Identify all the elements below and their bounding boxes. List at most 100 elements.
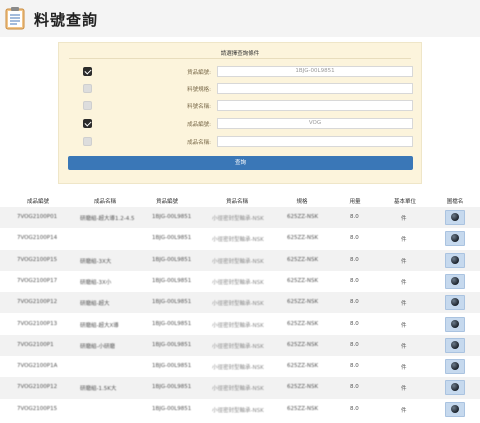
filter-row-item-code: 貨品編號: 1BJG-00L9851 [59,64,421,79]
part-spec-input[interactable] [217,83,413,94]
filter-row-product-code: 成品編號: VOG [59,116,421,131]
item-code-input[interactable]: 1BJG-00L9851 [217,66,413,77]
query-button[interactable]: 查詢 [68,156,413,170]
product-code-input[interactable]: VOG [217,118,413,129]
cell-unit: 件 [401,279,407,286]
cell-product-code: 7VOG2100P15 [17,405,58,412]
cell-product-code: 7VOG2100P15 [17,256,58,263]
product-code-checkbox[interactable] [83,119,92,128]
cell-item-name: 小徑密封型軸承-NSK [212,322,264,329]
cell-unit: 件 [401,216,407,222]
cell-item-code: 1BJG-00L9851 [152,256,192,263]
image-thumbnail-icon[interactable] [445,359,465,375]
cell-spec: 625ZZ-NSK [287,214,319,220]
cell-product-name: 研磨組-1.5K大 [80,386,117,393]
image-thumbnail-icon[interactable] [445,380,465,396]
table-row[interactable]: 7VOG2100P12 研磨組-1.5K大 1BJG-00L9851 小徑密封型軸承-… [0,377,480,399]
cell-spec: 625ZZ-NSK [287,320,319,327]
cell-product-name: 研磨組-3X大 [80,258,112,265]
cell-item-code: 1BJG-00L9851 [152,214,192,220]
table-row[interactable]: 7VOG2100P13 研磨組-超大X導 1BJG-00L9851 小徑密封型軸承-N… [0,313,480,335]
cell-quantity: 8.0 [350,256,359,263]
cell-item-name: 小徑密封型軸承-NSK [212,216,264,222]
cell-unit: 件 [401,322,407,329]
col-header-item-name: 貨品名稱 [225,199,249,205]
image-thumbnail-icon[interactable] [445,231,465,247]
table-row[interactable]: 7VOG2100P01 研磨組-超大導1.2-4.5 1BJG-00L9851 小徑密… [0,207,480,229]
cell-quantity: 8.0 [350,299,359,306]
part-spec-label: 料號規格: [187,87,211,93]
cell-spec: 625ZZ-NSK [287,299,319,306]
cell-spec: 625ZZ-NSK [287,363,319,370]
cell-spec: 625ZZ-NSK [287,341,319,348]
panel-divider [69,58,411,59]
col-header-quantity: 用量 [349,199,361,205]
cell-product-code: 7VOG2100P12 [17,384,58,391]
cell-product-code: 7VOG2100P13 [17,320,58,327]
cell-product-code: 7VOG2100P12 [17,299,58,306]
table-header: 成品編號 成品名稱 貨品編號 貨品名稱 規格 用量 基本單位 圖檔名 [0,193,480,207]
cell-item-code: 1BJG-00L9851 [152,277,192,284]
image-thumbnail-icon[interactable] [445,401,465,417]
image-thumbnail-icon[interactable] [445,295,465,311]
app-header: 料號查詢 [0,0,480,37]
cell-item-name: 小徑密封型軸承-NSK [212,258,264,265]
cell-item-name: 小徑密封型軸承-NSK [212,343,264,350]
cell-product-name: 研磨組-超大 [80,301,110,308]
table-row[interactable]: 7VOG2100P1A 1BJG-00L9851 小徑密封型軸承-NSK 625ZZ-… [0,356,480,378]
cell-unit: 件 [401,301,407,308]
cell-product-name: 研磨組-超大X導 [80,322,119,329]
table-row[interactable]: 7VOG2100P14 1BJG-00L9851 小徑密封型軸承-NSK 625ZZ-… [0,228,480,250]
cell-item-name: 小徑密封型軸承-NSK [212,279,264,286]
item-code-checkbox[interactable] [83,67,92,76]
table-row[interactable]: 7VOG2100P1 研磨組-小研磨 1BJG-00L9851 小徑密封型軸承-NSK… [0,334,480,357]
cell-product-code: 7VOG2100P1 [17,341,54,348]
cell-product-name: 研磨組-3X小 [80,279,112,286]
filter-row-product-name: 成品名稱: [59,134,421,149]
image-thumbnail-icon[interactable] [445,252,465,268]
table-row[interactable]: 7VOG2100P17 研磨組-3X小 1BJG-00L9851 小徑密封型軸承-NS… [0,270,480,293]
cell-quantity: 8.0 [350,214,359,220]
cell-product-code: 7VOG2100P17 [17,277,58,284]
image-thumbnail-icon[interactable] [445,273,465,289]
cell-item-name: 小徑密封型軸承-NSK [212,386,264,393]
part-spec-checkbox[interactable] [83,84,92,93]
cell-product-name: 研磨組-超大導1.2-4.5 [80,216,135,222]
search-panel: 請選擇查詢條件 貨品編號: 1BJG-00L9851 料號規格: 料號名稱: 成… [58,42,422,184]
cell-item-code: 1BJG-00L9851 [152,341,192,348]
cell-item-code: 1BJG-00L9851 [152,363,192,370]
cell-product-code: 7VOG2100P14 [17,235,58,242]
cell-spec: 625ZZ-NSK [287,256,319,263]
cell-quantity: 8.0 [350,235,359,242]
cell-unit: 件 [401,258,407,265]
part-name-checkbox[interactable] [83,101,92,110]
cell-product-code: 7VOG2100P1A [17,363,58,370]
cell-spec: 625ZZ-NSK [287,384,319,391]
image-thumbnail-icon[interactable] [445,337,465,353]
cell-quantity: 8.0 [350,405,359,412]
col-header-item-code: 貨品編號 [155,199,179,205]
cell-item-name: 小徑密封型軸承-NSK [212,365,264,372]
cell-unit: 件 [401,407,407,414]
cell-item-code: 1BJG-00L9851 [152,320,192,327]
table-row[interactable]: 7VOG2100P15 研磨組-3X大 1BJG-00L9851 小徑密封型軸承-NS… [0,249,480,271]
cell-item-code: 1BJG-00L9851 [152,405,192,412]
col-header-product-code: 成品編號 [26,199,50,205]
cell-item-name: 小徑密封型軸承-NSK [212,407,264,414]
cell-unit: 件 [401,365,407,372]
cell-unit: 件 [401,343,407,350]
table-row[interactable]: 7VOG2100P12 研磨組-超大 1BJG-00L9851 小徑密封型軸承-NSK… [0,292,480,314]
cell-item-code: 1BJG-00L9851 [152,384,192,391]
cell-spec: 625ZZ-NSK [287,277,319,284]
cell-quantity: 8.0 [350,384,359,391]
image-thumbnail-icon[interactable] [445,316,465,332]
image-thumbnail-icon[interactable] [445,210,465,225]
product-name-input[interactable] [217,136,413,147]
cell-product-code: 7VOG2100P01 [17,214,58,220]
cell-quantity: 8.0 [350,320,359,327]
cell-spec: 625ZZ-NSK [287,235,319,242]
product-name-checkbox[interactable] [83,137,92,146]
cell-spec: 625ZZ-NSK [287,405,319,412]
part-name-input[interactable] [217,100,413,111]
table-row[interactable]: 7VOG2100P15 1BJG-00L9851 小徑密封型軸承-NSK 625ZZ-… [0,398,480,420]
